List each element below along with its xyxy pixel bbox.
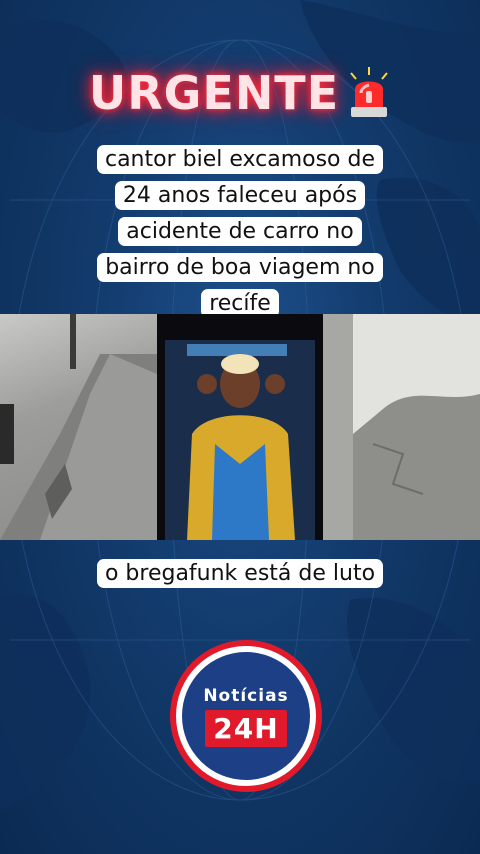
noticias-24h-logo: Notícias 24H bbox=[170, 640, 322, 792]
logo-inner-circle: Notícias 24H bbox=[182, 652, 310, 780]
siren-icon bbox=[350, 67, 388, 117]
caption-bottom-text: o bregafunk está de luto bbox=[96, 559, 384, 588]
logo-badge: 24H bbox=[205, 709, 287, 747]
headline: URGENTE bbox=[0, 66, 480, 120]
singer-portrait-image bbox=[157, 314, 323, 540]
urgent-title: URGENTE bbox=[88, 66, 340, 120]
photo-strip bbox=[0, 314, 480, 540]
logo-title: Notícias bbox=[203, 685, 289, 706]
caption-top: cantor biel excamoso de 24 anos faleceu … bbox=[90, 142, 390, 322]
damaged-wall-image bbox=[323, 314, 480, 540]
street-cctv-image bbox=[0, 314, 157, 540]
caption-bottom: o bregafunk está de luto bbox=[90, 556, 390, 592]
caption-top-text: cantor biel excamoso de 24 anos faleceu … bbox=[96, 145, 384, 318]
